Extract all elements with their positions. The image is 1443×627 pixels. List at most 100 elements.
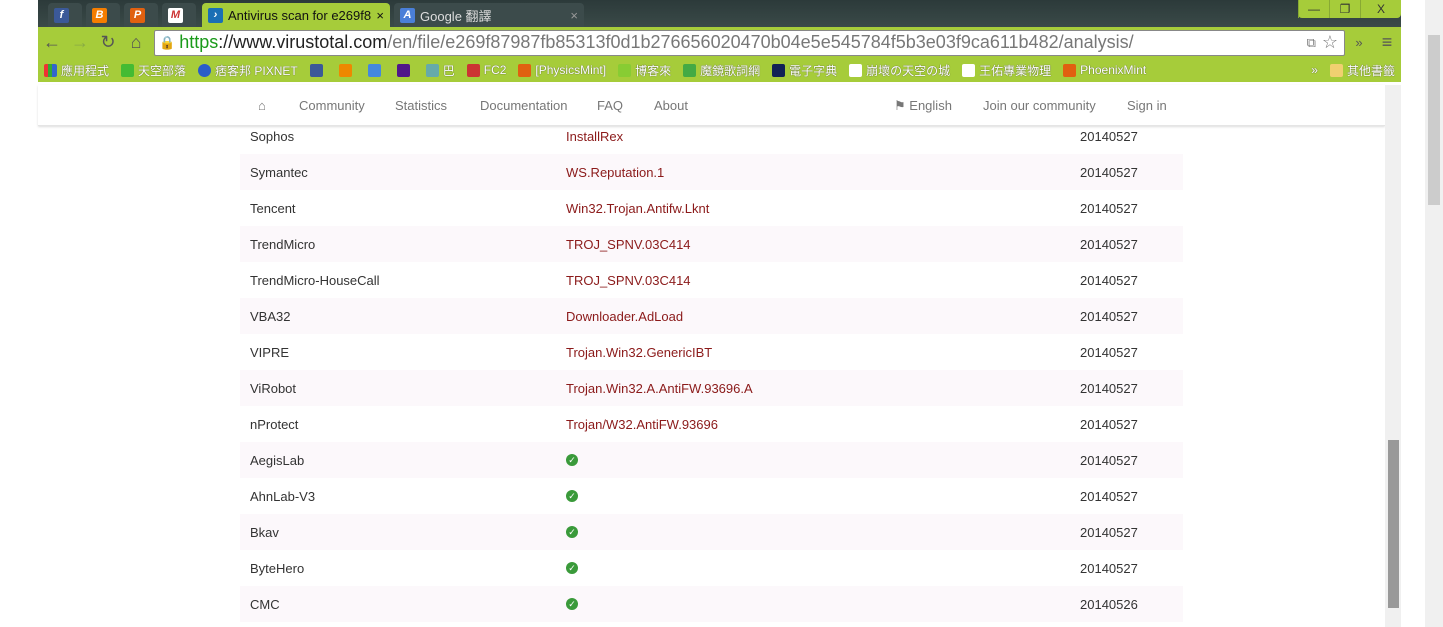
site-nav: ⌂ Community Statistics Documentation FAQ…: [38, 85, 1385, 126]
table-row: nProtect Trojan/W32.AntiFW.93696 20140527: [240, 406, 1183, 442]
join-community-link[interactable]: Join our community: [983, 98, 1096, 113]
nav-about[interactable]: About: [654, 98, 688, 113]
detection-result: Downloader.AdLoad: [566, 309, 684, 324]
bookmark-icon: [121, 63, 135, 77]
bookmark-item[interactable]: 天空部落: [121, 62, 186, 79]
window-controls: — ❐ X: [1298, 0, 1401, 18]
table-row: Bkav ✓ 20140527: [240, 514, 1183, 550]
p-icon: P: [130, 7, 145, 23]
update-date: 20140527: [1080, 273, 1138, 288]
tab-virustotal[interactable]: › Antivirus scan for e269f8 ×: [202, 3, 390, 27]
browser-window: f B P M › Antivirus scan for e269f8 × A Goo…: [38, 0, 1401, 627]
bookmark-item[interactable]: 崩壞の天空の城: [849, 62, 950, 79]
bookmark-item[interactable]: PhoenixMint: [1063, 63, 1146, 77]
nav-community[interactable]: Community: [299, 98, 365, 113]
tab-blogger[interactable]: B: [86, 3, 120, 27]
close-tab-icon[interactable]: ×: [376, 8, 384, 23]
detection-result: TROJ_SPNV.03C414: [566, 237, 691, 252]
p-icon: [518, 63, 532, 77]
home-icon[interactable]: ⌂: [258, 98, 266, 113]
bookmark-icon: [425, 63, 439, 77]
restore-button[interactable]: ❐: [1329, 0, 1360, 18]
engine-name: TrendMicro-HouseCall: [250, 273, 380, 288]
tab-google-translate[interactable]: A Google 翻譯 ×: [394, 3, 584, 27]
language-selector[interactable]: ⚑ English: [894, 98, 952, 114]
outer-scrollbar[interactable]: [1425, 0, 1443, 627]
tab-gmail[interactable]: M: [162, 3, 196, 27]
update-date: 20140527: [1080, 129, 1138, 144]
engine-name: nProtect: [250, 417, 299, 432]
table-row: Symantec WS.Reputation.1 20140527: [240, 154, 1183, 190]
bookmark-item[interactable]: 痞客邦 PIXNET: [198, 62, 298, 79]
menu-icon[interactable]: ≡: [1373, 32, 1401, 53]
lock-icon: 🔒: [159, 34, 176, 50]
url-path: /en/file/e269f87987fb85313f0d1b276656020…: [387, 32, 1134, 52]
bookmark-item[interactable]: [396, 63, 414, 77]
update-date: 20140526: [1080, 597, 1138, 612]
tab-p[interactable]: P: [124, 3, 158, 27]
bookmark-item[interactable]: 電子字典: [772, 62, 837, 79]
page-icon: [849, 63, 863, 77]
detection-result: Trojan.Win32.A.AntiFW.93696.A: [566, 381, 753, 396]
engine-name: VIPRE: [250, 345, 290, 360]
bookmark-item[interactable]: [PhysicsMint]: [518, 63, 606, 77]
fc2-icon: [466, 63, 480, 77]
bookmark-item[interactable]: 博客來: [618, 62, 671, 79]
detection-result: Trojan.Win32.GenericIBT: [566, 345, 713, 360]
sign-in-link[interactable]: Sign in: [1127, 98, 1167, 113]
scrollbar-thumb[interactable]: [1388, 440, 1399, 608]
check-icon: ✓: [566, 490, 578, 502]
update-date: 20140527: [1080, 309, 1138, 324]
flag-icon: ⚑: [894, 98, 906, 113]
table-row: TrendMicro-HouseCall TROJ_SPNV.03C414 2014…: [240, 262, 1183, 298]
home-icon[interactable]: ⌂: [122, 32, 150, 53]
nav-documentation[interactable]: Documentation: [480, 98, 567, 113]
bookmarks-bar: 應用程式 天空部落 痞客邦 PIXNET 巴 FC2 [PhysicsMint]…: [38, 58, 1401, 82]
nav-statistics[interactable]: Statistics: [395, 98, 447, 113]
scrollbar-thumb[interactable]: [1428, 35, 1440, 205]
engine-name: Sophos: [250, 129, 295, 144]
bookmark-item[interactable]: [367, 63, 385, 77]
page-scrollbar[interactable]: [1385, 85, 1401, 627]
bookmark-item[interactable]: 王佑專業物理: [962, 62, 1051, 79]
forward-icon[interactable]: →: [66, 32, 94, 53]
update-date: 20140527: [1080, 165, 1138, 180]
update-date: 20140527: [1080, 525, 1138, 540]
engine-name: AhnLab-V3: [250, 489, 316, 504]
check-icon: ✓: [566, 454, 578, 466]
engine-name: Tencent: [250, 201, 296, 216]
back-icon[interactable]: ←: [38, 32, 66, 53]
update-date: 20140527: [1080, 561, 1138, 576]
minimize-button[interactable]: —: [1298, 0, 1329, 18]
bookmark-item[interactable]: 巴: [425, 62, 455, 79]
bookmark-item[interactable]: [338, 63, 356, 77]
facebook-icon: f: [54, 7, 69, 23]
toolbar: ← → ↻ ⌂ 🔒 https://www.virustotal.com/en/…: [38, 27, 1401, 58]
update-date: 20140527: [1080, 417, 1138, 432]
detection-result: TROJ_SPNV.03C414: [566, 273, 691, 288]
engine-name: TrendMicro: [250, 237, 316, 252]
close-window-button[interactable]: X: [1360, 0, 1401, 18]
nav-faq[interactable]: FAQ: [597, 98, 623, 113]
engine-name: Symantec: [250, 165, 308, 180]
bookmarks-overflow-icon[interactable]: »: [1311, 63, 1318, 77]
check-icon: ✓: [566, 598, 578, 610]
table-row: AhnLab-V3 ✓ 20140527: [240, 478, 1183, 514]
bookmark-item[interactable]: 魔鏡歌詞網: [683, 62, 760, 79]
translate-page-icon[interactable]: ⧉: [1307, 35, 1316, 51]
other-bookmarks[interactable]: 其他書籤: [1329, 62, 1395, 79]
bookmark-star-icon[interactable]: ☆: [1322, 32, 1338, 53]
detection-result: InstallRex: [566, 129, 624, 144]
bookmark-item[interactable]: FC2: [466, 63, 506, 77]
close-tab-icon[interactable]: ×: [570, 8, 578, 23]
gmail-icon: M: [168, 7, 183, 23]
tab-facebook[interactable]: f: [48, 3, 82, 27]
bookmark-item[interactable]: [309, 63, 327, 77]
table-row: CMC ✓ 20140526: [240, 586, 1183, 622]
yahoo-icon: [396, 63, 410, 77]
bookmark-item[interactable]: 應用程式: [44, 62, 109, 79]
reload-icon[interactable]: ↻: [94, 32, 122, 53]
address-bar[interactable]: 🔒 https://www.virustotal.com/en/file/e26…: [154, 29, 1345, 56]
extensions-overflow-icon[interactable]: »: [1345, 35, 1373, 50]
translate-icon: A: [400, 7, 415, 23]
